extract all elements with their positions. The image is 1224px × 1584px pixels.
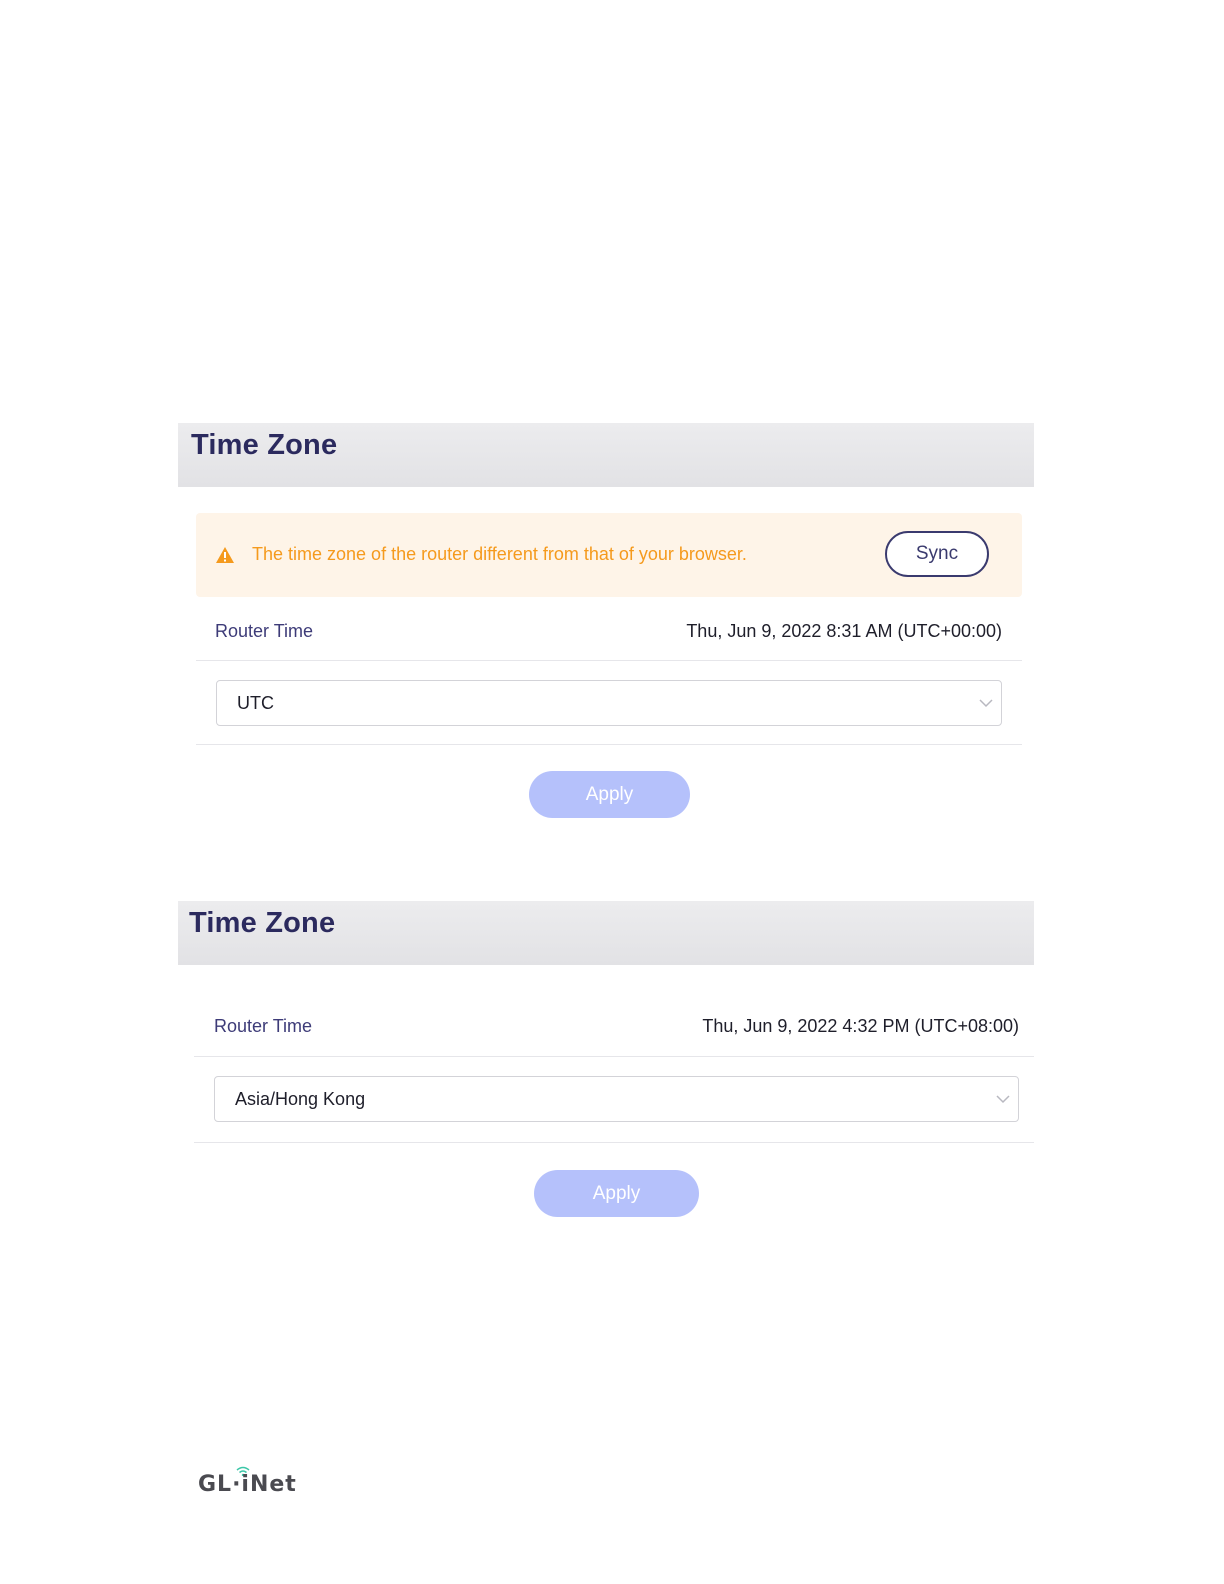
chevron-down-icon bbox=[996, 1095, 1010, 1104]
timezone-select-row: Asia/Hong Kong bbox=[194, 1057, 1034, 1143]
timezone-mismatch-alert: The time zone of the router different fr… bbox=[196, 513, 1022, 597]
timezone-select-row: UTC bbox=[196, 661, 1022, 745]
alert-message: The time zone of the router different fr… bbox=[252, 544, 747, 564]
router-time-value: Thu, Jun 9, 2022 8:31 AM (UTC+00:00) bbox=[686, 621, 1002, 641]
gl-inet-logo: GL·iNet bbox=[198, 1466, 297, 1500]
timezone-select-value: Asia/Hong Kong bbox=[235, 1089, 366, 1109]
apply-button[interactable]: Apply bbox=[529, 771, 690, 818]
warning-icon bbox=[216, 547, 234, 563]
timezone-select-value: UTC bbox=[237, 693, 274, 713]
router-time-label: Router Time bbox=[215, 621, 314, 641]
timezone-select[interactable]: Asia/Hong Kong bbox=[214, 1076, 1019, 1122]
apply-button[interactable]: Apply bbox=[534, 1170, 699, 1217]
panel-header: Time Zone bbox=[178, 423, 1034, 487]
panel-title: Time Zone bbox=[191, 429, 338, 461]
time-zone-panel-2: Time Zone Router Time Thu, Jun 9, 2022 4… bbox=[178, 901, 1034, 1217]
router-time-row: Router Time Thu, Jun 9, 2022 8:31 AM (UT… bbox=[196, 597, 1022, 661]
router-time-value: Thu, Jun 9, 2022 4:32 PM (UTC+08:00) bbox=[702, 1016, 1019, 1036]
router-time-row: Router Time Thu, Jun 9, 2022 4:32 PM (UT… bbox=[194, 992, 1034, 1057]
logo-text: GL·iNet bbox=[198, 1472, 297, 1497]
router-time-label: Router Time bbox=[214, 1016, 313, 1036]
panel-title: Time Zone bbox=[189, 907, 336, 939]
panel-header: Time Zone bbox=[178, 901, 1034, 965]
timezone-select[interactable]: UTC bbox=[216, 680, 1002, 726]
time-zone-panel-1: Time Zone The time zone of the router di… bbox=[178, 423, 1034, 818]
chevron-down-icon bbox=[979, 699, 993, 708]
sync-button[interactable]: Sync bbox=[885, 531, 989, 577]
